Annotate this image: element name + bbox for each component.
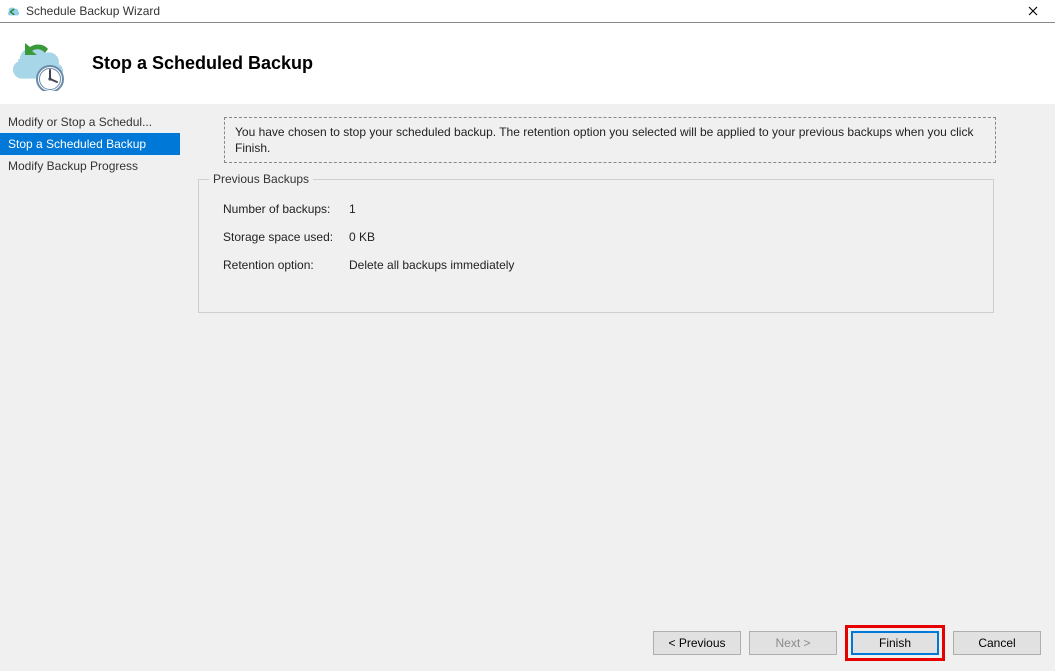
wizard-body: Modify or Stop a Schedul... Stop a Sched… xyxy=(0,104,1055,671)
sidebar-item-stop-scheduled-backup[interactable]: Stop a Scheduled Backup xyxy=(0,133,180,155)
value-storage-space-used: 0 KB xyxy=(349,230,375,244)
row-retention-option: Retention option: Delete all backups imm… xyxy=(223,258,975,272)
titlebar: Schedule Backup Wizard xyxy=(0,0,1055,23)
wizard-header: Stop a Scheduled Backup xyxy=(0,23,1055,104)
value-number-of-backups: 1 xyxy=(349,202,356,216)
wizard-header-icon xyxy=(8,37,72,91)
wizard-button-row: < Previous Next > Finish Cancel xyxy=(653,625,1041,661)
intro-text: You have chosen to stop your scheduled b… xyxy=(224,117,996,163)
page-title: Stop a Scheduled Backup xyxy=(92,53,313,74)
wizard-steps-sidebar: Modify or Stop a Schedul... Stop a Sched… xyxy=(0,105,180,671)
label-number-of-backups: Number of backups: xyxy=(223,202,349,216)
value-retention-option: Delete all backups immediately xyxy=(349,258,514,272)
sidebar-item-modify-or-stop[interactable]: Modify or Stop a Schedul... xyxy=(0,111,180,133)
wizard-content: You have chosen to stop your scheduled b… xyxy=(180,105,1055,671)
row-number-of-backups: Number of backups: 1 xyxy=(223,202,975,216)
finish-button[interactable]: Finish xyxy=(851,631,939,655)
groupbox-legend: Previous Backups xyxy=(209,172,313,186)
app-icon xyxy=(6,4,20,18)
row-storage-space-used: Storage space used: 0 KB xyxy=(223,230,975,244)
finish-button-highlight: Finish xyxy=(845,625,945,661)
next-button: Next > xyxy=(749,631,837,655)
label-storage-space-used: Storage space used: xyxy=(223,230,349,244)
cancel-button[interactable]: Cancel xyxy=(953,631,1041,655)
close-button[interactable] xyxy=(1011,0,1055,22)
window-title: Schedule Backup Wizard xyxy=(26,4,160,18)
previous-button[interactable]: < Previous xyxy=(653,631,741,655)
label-retention-option: Retention option: xyxy=(223,258,349,272)
sidebar-item-modify-backup-progress[interactable]: Modify Backup Progress xyxy=(0,155,180,177)
previous-backups-groupbox: Previous Backups Number of backups: 1 St… xyxy=(198,179,994,313)
